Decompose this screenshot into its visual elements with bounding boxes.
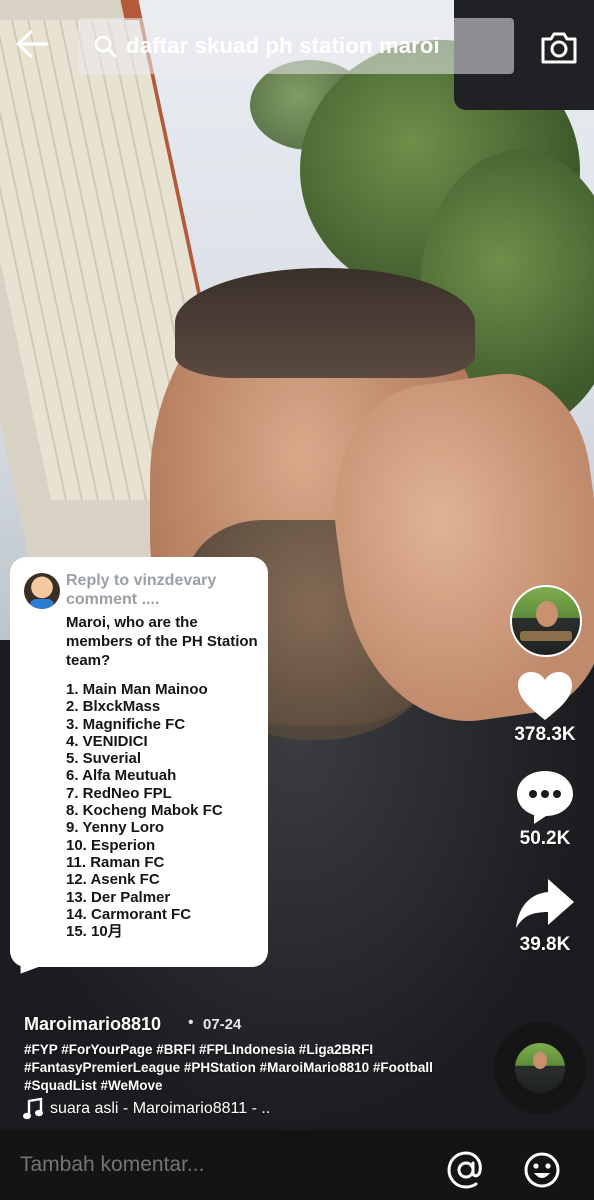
list-item: 10. Esperion bbox=[66, 836, 156, 854]
reply-question: Maroi, who are the members of the PH Sta… bbox=[66, 614, 258, 669]
list-item: 5. Suverial bbox=[66, 750, 142, 768]
comment-count: 50.2K bbox=[519, 828, 571, 849]
mention-button[interactable] bbox=[446, 1150, 486, 1190]
music-note-icon bbox=[23, 1097, 43, 1120]
list-item: 7. RedNeo FPL bbox=[66, 784, 172, 802]
meta-separator: • bbox=[188, 1014, 194, 1031]
heart-icon bbox=[518, 672, 572, 720]
list-item: 3. Magnifiche FC bbox=[66, 715, 186, 733]
share-count: 39.8K bbox=[519, 934, 571, 955]
list-item: 1. Main Man Mainoo bbox=[66, 681, 208, 698]
creator-avatar-button[interactable] bbox=[510, 585, 582, 657]
team-list: 1. Main Man Mainoo 2. BlxckMass 3. Magni… bbox=[66, 681, 223, 940]
list-item: 15. 10月 bbox=[66, 923, 123, 941]
sound-title: suara asli - Maroimario8811 - .. bbox=[50, 1100, 271, 1117]
list-item: 11. Raman FC bbox=[66, 853, 165, 871]
share-button[interactable]: 39.8K bbox=[503, 876, 587, 956]
sound-link[interactable]: suara asli - Maroimario8811 - .. bbox=[22, 1097, 270, 1121]
avatar bbox=[533, 1052, 547, 1069]
emoji-button[interactable] bbox=[522, 1150, 562, 1190]
camera-search-button[interactable] bbox=[534, 24, 584, 72]
share-arrow-icon bbox=[516, 879, 574, 928]
comment-input[interactable] bbox=[18, 1152, 422, 1178]
list-item: 8. Kocheng Mabok FC bbox=[66, 802, 223, 820]
reply-comment-sticker[interactable]: Reply to vinzdevary comment .... Maroi, … bbox=[10, 557, 268, 967]
list-item: 2. BlxckMass bbox=[66, 698, 161, 716]
reply-title: Reply to vinzdevary comment .... bbox=[66, 572, 217, 608]
commenter-avatar bbox=[24, 573, 60, 609]
list-item: 13. Der Palmer bbox=[66, 888, 171, 906]
post-hashtags[interactable]: #FYP #ForYourPage #BRFI #FPLIndonesia #L… bbox=[24, 1041, 494, 1095]
post-date: 07-24 bbox=[203, 1016, 242, 1033]
search-query[interactable]: daftar skuad ph station maroi bbox=[126, 33, 440, 59]
sound-disc-cover bbox=[515, 1043, 565, 1093]
creator-username[interactable]: Maroimario8810 bbox=[24, 1014, 161, 1035]
emoji-icon bbox=[524, 1152, 560, 1188]
list-item: 6. Alfa Meutuah bbox=[66, 767, 177, 785]
avatar bbox=[536, 601, 558, 627]
list-item: 14. Carmorant FC bbox=[66, 905, 192, 923]
search-bar[interactable]: daftar skuad ph station maroi bbox=[78, 18, 514, 74]
sound-disc-button[interactable] bbox=[494, 1022, 586, 1114]
comment-button[interactable]: 50.2K bbox=[503, 768, 587, 850]
list-item: 9. Yenny Loro bbox=[66, 819, 165, 837]
back-button[interactable] bbox=[10, 22, 54, 66]
comment-bar bbox=[0, 1130, 594, 1200]
back-arrow-icon bbox=[16, 30, 49, 58]
search-icon bbox=[90, 31, 120, 61]
video-person-hair bbox=[175, 268, 475, 378]
at-mention-icon bbox=[447, 1151, 482, 1189]
camera-icon bbox=[541, 32, 577, 64]
list-item: 4. VENIDICI bbox=[66, 732, 148, 750]
like-button[interactable]: 378.3K bbox=[503, 670, 587, 746]
like-count: 378.3K bbox=[514, 724, 576, 745]
comment-bubble-icon bbox=[517, 771, 573, 824]
avatar-table bbox=[520, 631, 572, 641]
list-item: 12. Asenk FC bbox=[66, 871, 160, 889]
